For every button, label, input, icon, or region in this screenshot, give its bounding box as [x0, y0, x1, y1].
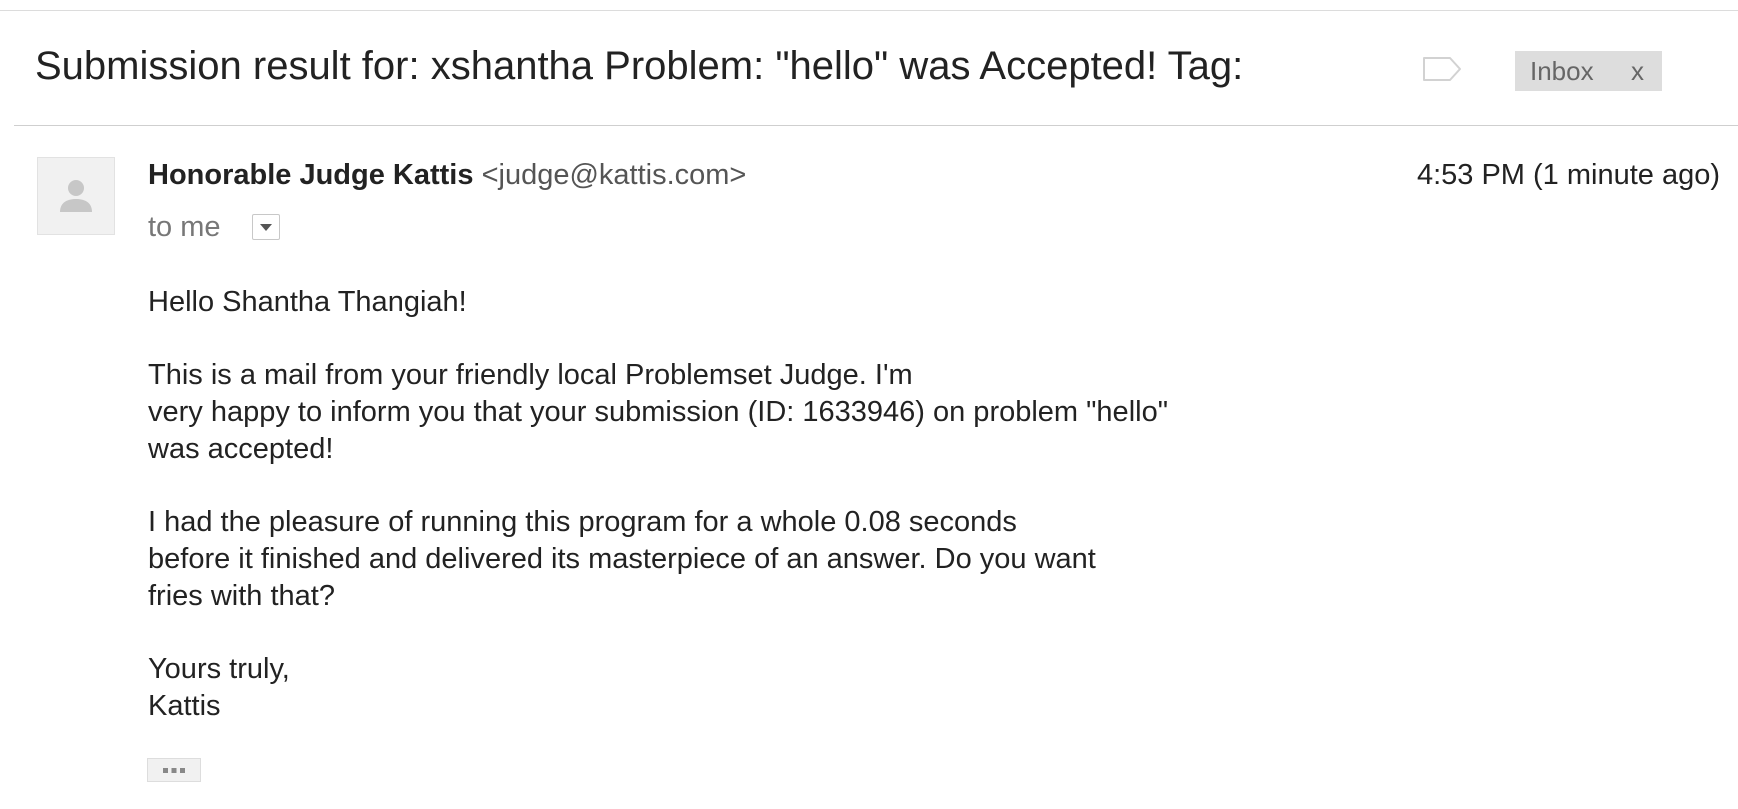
body-paragraph: This is a mail from your friendly local … [148, 359, 1168, 465]
body-paragraph: Yours truly, Kattis [148, 653, 290, 722]
email-subject: Submission result for: xshantha Problem:… [35, 44, 1244, 88]
label-chip-text: Inbox [1530, 56, 1594, 86]
sender-email: <judge@kattis.com> [481, 159, 747, 191]
body-paragraph: I had the pleasure of running this progr… [148, 506, 1096, 612]
email-view: Submission result for: xshantha Problem:… [0, 0, 1738, 809]
message-timestamp: 4:53 PM (1 minute ago) [1416, 159, 1720, 191]
label-tag-icon[interactable] [1422, 56, 1462, 82]
person-icon [38, 158, 114, 234]
subject-divider [14, 125, 1738, 126]
sender-line: Honorable Judge Kattis <judge@kattis.com… [148, 158, 746, 192]
sender-name[interactable]: Honorable Judge Kattis [148, 159, 474, 191]
show-trimmed-content-button[interactable] [147, 758, 201, 782]
sender-avatar [37, 157, 115, 235]
show-details-button[interactable] [252, 214, 280, 240]
body-paragraph: Hello Shantha Thangiah! [148, 286, 467, 318]
recipient-label: to me [148, 211, 221, 243]
label-chip-inbox: Inbox x [1515, 51, 1662, 91]
message-body: Hello Shantha Thangiah! This is a mail f… [148, 284, 1548, 725]
remove-label-button[interactable]: x [1631, 51, 1644, 91]
